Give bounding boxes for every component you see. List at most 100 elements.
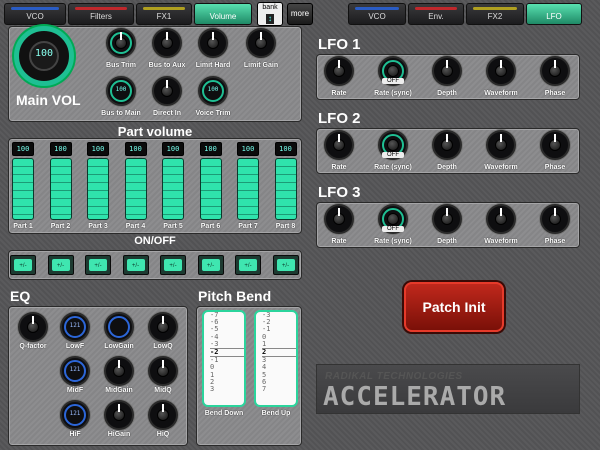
lfo-1-rate-sync-knob[interactable]: OFF xyxy=(378,56,408,86)
lfo-1-phase-knob[interactable] xyxy=(540,56,570,86)
part-2-fader[interactable]: 100 xyxy=(49,142,72,220)
part-3-value: 100 xyxy=(87,142,109,156)
part-5-fader[interactable]: 100 xyxy=(162,142,184,220)
bend-item[interactable]: 0 xyxy=(262,333,296,341)
knob-tick xyxy=(118,360,120,368)
tab-env[interactable]: Env. xyxy=(408,3,464,25)
bend-item[interactable]: 4 xyxy=(262,364,296,371)
bend-item[interactable]: 2 xyxy=(210,378,244,386)
voice-trim-knob[interactable]: 100 xyxy=(198,76,228,106)
eq-hiq-knob[interactable] xyxy=(148,400,178,430)
bank-button[interactable]: bank ↕ xyxy=(257,2,283,26)
bend-item[interactable]: 2 xyxy=(262,348,296,358)
patch-init-button[interactable]: Patch Init xyxy=(404,282,504,332)
part-1-fader[interactable]: 100 xyxy=(12,142,34,220)
lfo-2-sync-badge: OFF xyxy=(382,152,404,158)
lfo-2-phase-knob[interactable] xyxy=(540,130,570,160)
knob-tick xyxy=(446,134,448,142)
lfo-3-rate-knob[interactable] xyxy=(324,204,354,234)
lfo-1-waveform-knob[interactable] xyxy=(486,56,516,86)
part-3-fader[interactable]: 100 xyxy=(87,142,109,220)
eq-midq-knob[interactable] xyxy=(148,356,178,386)
bend-item[interactable]: 5 xyxy=(262,371,296,379)
lfo-3-phase-knob[interactable] xyxy=(540,204,570,234)
tab-fx2[interactable]: FX2 xyxy=(466,3,524,25)
bend-item[interactable]: 7 xyxy=(262,385,296,393)
logo-product: accelerator xyxy=(323,382,507,412)
bend-item[interactable]: 0 xyxy=(210,364,244,371)
tab-filters[interactable]: Filters xyxy=(68,3,134,25)
bus-trim-knob[interactable] xyxy=(106,28,136,58)
bend-item[interactable]: -3 xyxy=(210,340,244,348)
bus-to-aux-knob[interactable] xyxy=(152,28,182,58)
part-2-onoff-toggle[interactable]: +/- xyxy=(47,255,74,275)
pitch-bend-title: Pitch Bend xyxy=(198,288,272,304)
lfo-1-rate-sync-label: Rate (sync) xyxy=(374,90,412,97)
eq-midq-label: MidQ xyxy=(154,387,172,394)
part-8-label: Part 8 xyxy=(275,223,296,230)
tab-volume[interactable]: Volume xyxy=(194,3,252,25)
knob-tick xyxy=(338,134,340,142)
part-5-onoff-toggle[interactable]: +/- xyxy=(160,255,186,275)
lfo-1-rate-knob[interactable] xyxy=(324,56,354,86)
eq-lowgain-knob[interactable] xyxy=(104,312,134,342)
eq-lowf-knob[interactable]: 121 xyxy=(60,312,90,342)
limit-gain-knob[interactable] xyxy=(246,28,276,58)
lfo-2-rate-sync-knob[interactable]: OFF xyxy=(378,130,408,160)
bend-down-list[interactable]: -7 -6 -5 -4 -3 -2 -1 0 1 2 3 xyxy=(202,310,246,407)
part-1-onoff-toggle[interactable]: +/- xyxy=(10,255,36,275)
eq-midgain-knob[interactable] xyxy=(104,356,134,386)
lfo-2-rate-sync-label: Rate (sync) xyxy=(374,164,412,171)
lfo-2-rate-knob[interactable] xyxy=(324,130,354,160)
lfo-2-depth-knob[interactable] xyxy=(432,130,462,160)
tab-fx1[interactable]: FX1 xyxy=(136,3,192,25)
part-3-onoff-toggle[interactable]: +/- xyxy=(85,255,111,275)
bus-to-main-knob[interactable]: 100 xyxy=(106,76,136,106)
tab-vco-left[interactable]: VCO xyxy=(4,3,66,25)
part-4-onoff-toggle[interactable]: +/- xyxy=(122,255,149,275)
direct-in-knob[interactable] xyxy=(152,76,182,106)
eq-midf-knob[interactable]: 121 xyxy=(60,356,90,386)
part-4-fader[interactable]: 100 xyxy=(124,142,147,220)
limit-hard-knob[interactable] xyxy=(198,28,228,58)
knob-cap xyxy=(387,213,399,225)
toggle-label: +/- xyxy=(51,259,70,271)
lfo-1-depth-knob[interactable] xyxy=(432,56,462,86)
main-vol-knob[interactable]: 100 xyxy=(14,26,74,86)
toggle-label: +/- xyxy=(14,259,32,271)
lfo-2-waveform-knob[interactable] xyxy=(486,130,516,160)
eq-q-factor-knob[interactable] xyxy=(18,312,48,342)
part-8-fader[interactable]: 100 xyxy=(274,142,297,220)
fader-body xyxy=(12,158,34,220)
main-vol-value: 100 xyxy=(34,48,54,59)
part-6-fader[interactable]: 100 xyxy=(199,142,222,220)
eq-hif-knob[interactable]: 121 xyxy=(60,400,90,430)
toggle-label: +/- xyxy=(201,259,220,271)
part-8-onoff-toggle[interactable]: +/- xyxy=(272,255,299,275)
part-8-value: 100 xyxy=(274,142,297,156)
bend-item[interactable]: 3 xyxy=(210,385,244,393)
voice-trim-label: Voice Trim xyxy=(195,110,231,117)
lfo-3-rate-sync-knob[interactable]: OFF xyxy=(378,204,408,234)
bend-item[interactable]: 1 xyxy=(262,340,296,348)
part-7-onoff-toggle[interactable]: +/- xyxy=(235,255,261,275)
bend-up-list[interactable]: -3 -2 -1 0 1 2 3 4 5 6 7 xyxy=(254,310,298,407)
part-6-onoff-toggle[interactable]: +/- xyxy=(197,255,224,275)
more-button[interactable]: more xyxy=(287,3,313,25)
eq-higain-knob[interactable] xyxy=(104,400,134,430)
knob-tick xyxy=(500,60,502,68)
tab-lfo[interactable]: LFO xyxy=(526,3,582,25)
logo-brand: RADIKAL TECHNOLOGIES xyxy=(325,371,463,382)
lfo-3-waveform-knob[interactable] xyxy=(486,204,516,234)
tab-vco-right[interactable]: VCO xyxy=(348,3,406,25)
bend-item[interactable]: 1 xyxy=(210,371,244,379)
part-7-fader[interactable]: 100 xyxy=(237,142,259,220)
lfo-3-depth-knob[interactable] xyxy=(432,204,462,234)
fader-body xyxy=(199,158,222,220)
bend-item[interactable]: -1 xyxy=(210,357,244,364)
eq-lowq-knob[interactable] xyxy=(148,312,178,342)
bend-item[interactable]: -1 xyxy=(262,326,296,333)
bend-item[interactable]: 3 xyxy=(262,357,296,364)
bend-item[interactable]: 6 xyxy=(262,378,296,386)
knob-tick xyxy=(554,134,556,142)
